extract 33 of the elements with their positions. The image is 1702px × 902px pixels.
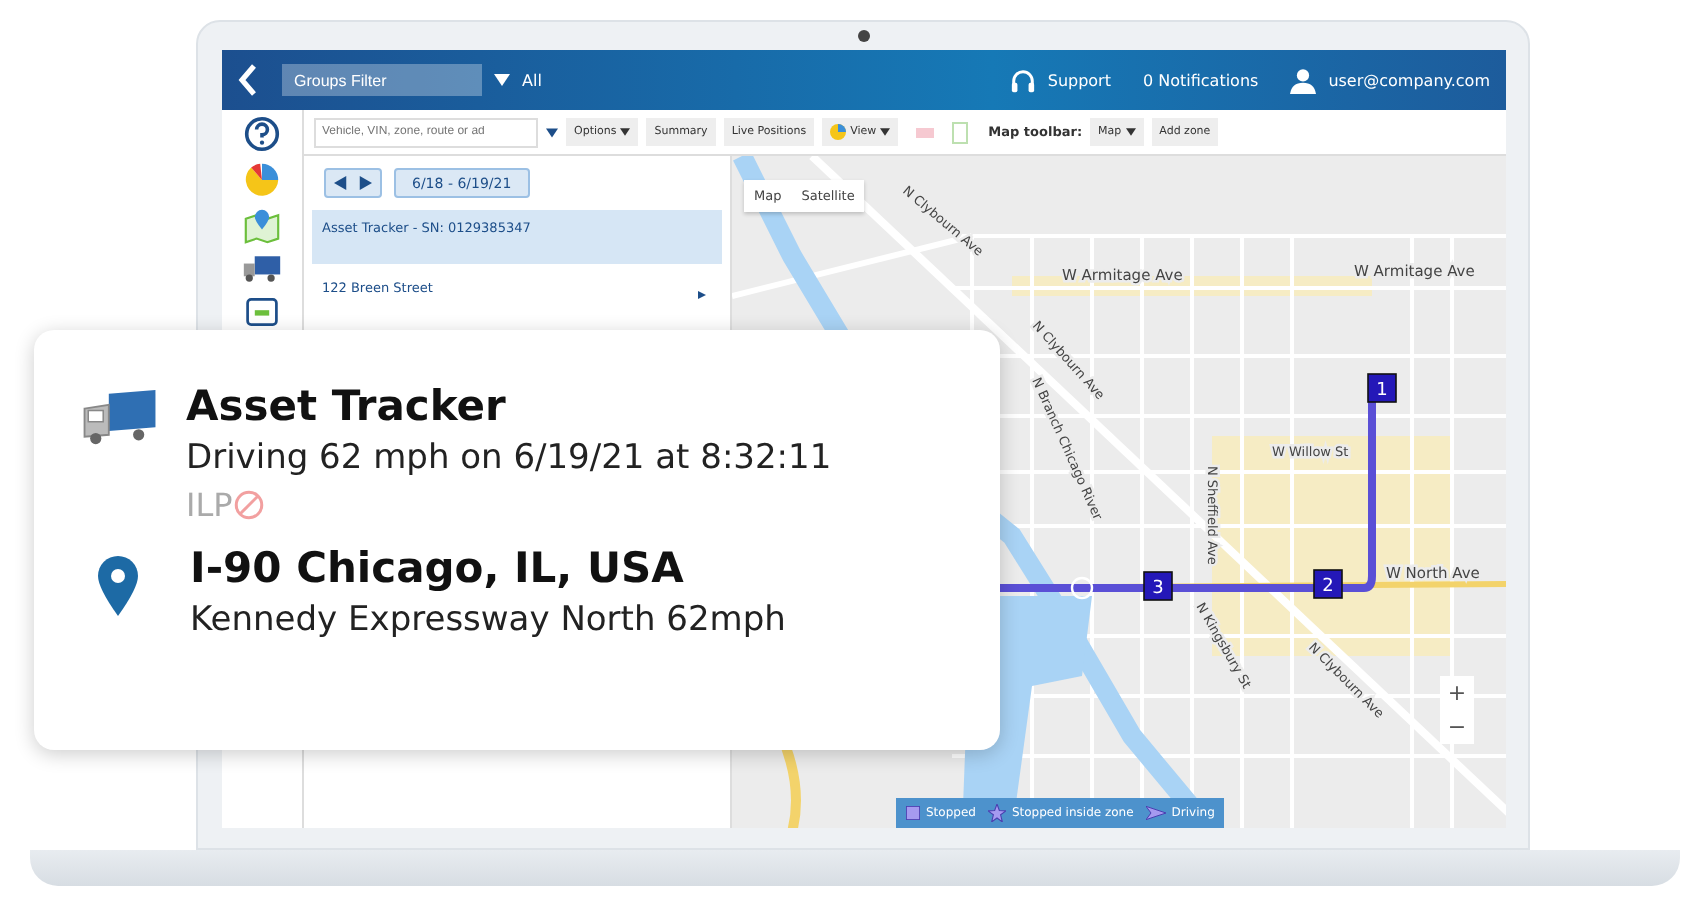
user-email[interactable]: user@company.com	[1328, 71, 1490, 89]
pie-chart-icon[interactable]	[244, 162, 280, 198]
waypoint-icon	[1070, 576, 1094, 600]
camera-icon	[858, 30, 870, 42]
location-name: I-90 Chicago, IL, USA	[190, 544, 686, 592]
caret-icon[interactable]	[546, 127, 558, 137]
flag-icon	[1145, 806, 1166, 820]
headset-icon[interactable]	[1009, 67, 1036, 93]
driving-status: Driving 62 mph on 6/19/21 at 8:32:11	[186, 438, 832, 478]
support-link[interactable]: Support	[1047, 71, 1111, 89]
notifications-link[interactable]: 0 Notifications	[1142, 71, 1259, 89]
map-pin-icon[interactable]	[244, 208, 280, 244]
location-pin-icon	[98, 556, 138, 616]
star-icon	[987, 804, 1006, 822]
window-icon[interactable]	[244, 294, 280, 330]
next-icon[interactable]	[358, 176, 372, 190]
truck-icon[interactable]	[242, 254, 282, 284]
prohibited-icon	[234, 490, 265, 520]
previous-icon[interactable]	[334, 176, 348, 190]
truck-icon	[82, 390, 158, 446]
expand-arrow-icon[interactable]	[698, 290, 706, 300]
pie-chart-icon	[830, 124, 847, 140]
caret-icon[interactable]	[494, 74, 510, 86]
back-icon[interactable]	[238, 64, 258, 96]
stop-marker[interactable]: 1	[1367, 373, 1397, 403]
scope-label[interactable]: All	[522, 71, 542, 89]
stop-marker[interactable]: 3	[1143, 571, 1173, 601]
plate-label: ILP	[186, 486, 233, 524]
stop-marker[interactable]: 2	[1313, 569, 1343, 599]
road-info: Kennedy Expressway North 62mph	[190, 600, 786, 640]
user-icon[interactable]	[1290, 67, 1317, 93]
asset-name: Asset Tracker	[186, 382, 508, 430]
help-icon[interactable]	[244, 116, 280, 152]
